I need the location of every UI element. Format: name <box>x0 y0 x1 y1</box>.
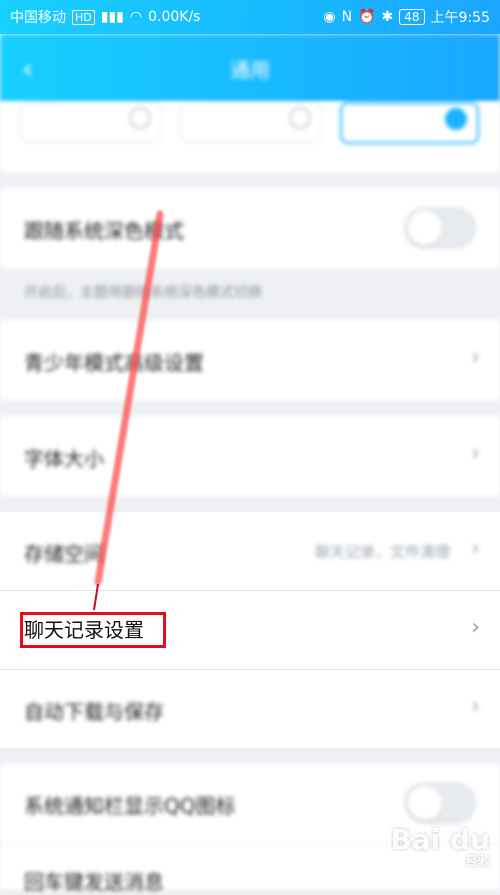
annotation-arrow <box>93 210 164 611</box>
baidu-watermark: Bai du 经验 <box>390 823 490 869</box>
